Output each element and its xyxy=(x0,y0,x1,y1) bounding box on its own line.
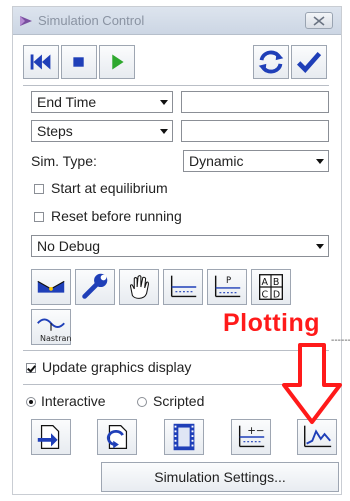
stop-icon xyxy=(73,57,84,67)
film-icon xyxy=(173,423,195,451)
divider xyxy=(23,85,329,86)
end-time-label: End Time xyxy=(37,94,97,110)
check-icon xyxy=(296,51,322,73)
svg-text:+−: +− xyxy=(247,425,264,437)
end-time-input[interactable] xyxy=(181,91,329,113)
load-button[interactable] xyxy=(97,419,137,455)
end-time-select[interactable]: End Time xyxy=(31,91,173,113)
reset-before-label: Reset before running xyxy=(51,208,182,224)
apply-button[interactable] xyxy=(291,45,327,79)
close-button[interactable] xyxy=(305,12,333,29)
window-title: Simulation Control xyxy=(38,13,145,28)
rewind-button[interactable] xyxy=(23,45,59,79)
update-graphics-checkbox[interactable] xyxy=(26,363,36,373)
plot-points-icon: P xyxy=(214,275,241,298)
interactive-label: Interactive xyxy=(41,393,106,409)
reset-before-checkbox[interactable] xyxy=(34,212,44,222)
svg-text:P: P xyxy=(226,276,231,286)
nastran-label: Nastran xyxy=(40,334,72,343)
start-equilibrium-label: Start at equilibrium xyxy=(51,180,168,196)
chevron-down-icon xyxy=(316,244,324,249)
simulation-settings-button[interactable]: Simulation Settings... xyxy=(101,462,339,492)
graph-icon xyxy=(170,275,197,298)
close-icon xyxy=(313,16,325,26)
sensor-icon xyxy=(37,280,65,293)
svg-text:B: B xyxy=(273,277,279,288)
chevron-down-icon xyxy=(160,100,168,105)
nastran-button[interactable]: Nastran xyxy=(31,309,71,345)
plot-tool-button[interactable]: +− xyxy=(231,419,271,455)
load-icon xyxy=(106,425,128,449)
app-icon xyxy=(20,16,32,26)
reload-button[interactable] xyxy=(253,45,289,79)
interactive-radio[interactable] xyxy=(26,397,36,407)
chevron-down-icon xyxy=(160,129,168,134)
graph-button[interactable] xyxy=(163,269,203,305)
sim-type-value: Dynamic xyxy=(189,153,244,169)
start-equilibrium-checkbox[interactable] xyxy=(34,184,44,194)
hand-button[interactable] xyxy=(119,269,159,305)
scripted-radio[interactable] xyxy=(137,397,147,407)
import-icon xyxy=(37,425,60,449)
svg-text:D: D xyxy=(273,289,280,300)
stop-button[interactable] xyxy=(61,45,97,79)
debug-select[interactable]: No Debug xyxy=(31,235,329,257)
sensor-button[interactable] xyxy=(31,269,71,305)
hand-icon xyxy=(129,275,149,299)
steps-select[interactable]: Steps xyxy=(31,120,173,142)
play-icon xyxy=(112,54,124,70)
title-bar: Simulation Control xyxy=(13,7,341,35)
arrow-down-icon xyxy=(282,343,342,424)
chevron-down-icon xyxy=(316,159,324,164)
wrench-button[interactable] xyxy=(75,269,115,305)
plotting-annotation: Plotting xyxy=(223,309,321,337)
svg-text:C: C xyxy=(262,289,269,300)
svg-text:A: A xyxy=(262,277,269,288)
plotting-icon xyxy=(304,425,332,448)
sim-type-label: Sim. Type: xyxy=(31,153,97,169)
sim-type-select[interactable]: Dynamic xyxy=(183,150,329,172)
reload-icon xyxy=(258,50,284,74)
import-button[interactable] xyxy=(31,419,71,455)
wrench-icon xyxy=(82,273,108,299)
plot-points-button[interactable]: P xyxy=(207,269,247,305)
update-graphics-label: Update graphics display xyxy=(42,359,192,375)
abcd-table-button[interactable]: A B C D xyxy=(251,269,291,305)
play-button[interactable] xyxy=(99,45,135,79)
scripted-label: Scripted xyxy=(153,393,205,409)
film-button[interactable] xyxy=(164,419,204,455)
steps-label: Steps xyxy=(37,123,73,139)
abcd-table-icon: A B C D xyxy=(259,274,283,300)
plot-tool-icon: +− xyxy=(238,425,265,448)
steps-input[interactable] xyxy=(181,120,329,142)
rewind-icon xyxy=(30,54,51,70)
debug-value: No Debug xyxy=(37,238,101,254)
